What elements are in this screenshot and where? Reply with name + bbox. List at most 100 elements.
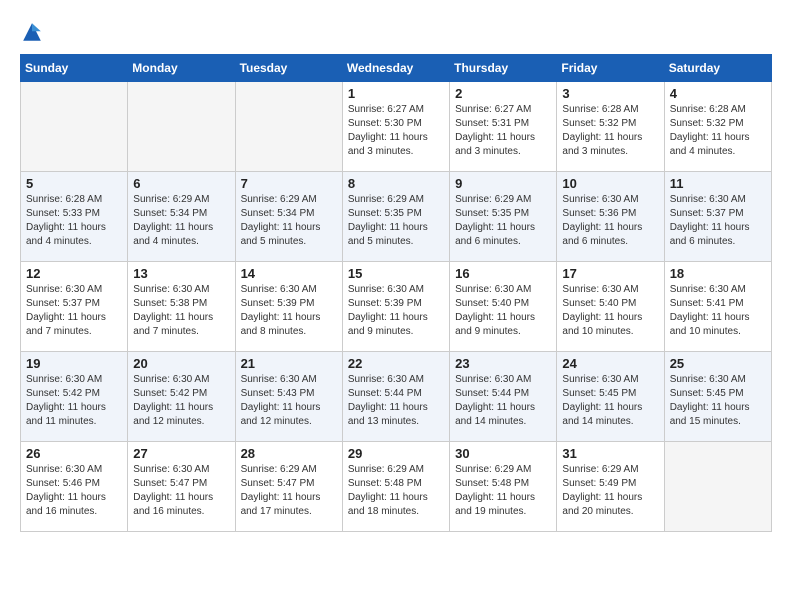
day-info: Sunrise: 6:30 AM Sunset: 5:44 PM Dayligh… bbox=[348, 373, 444, 429]
weekday-header: Monday bbox=[128, 55, 235, 82]
weekday-header: Tuesday bbox=[235, 55, 342, 82]
day-number: 28 bbox=[241, 446, 337, 461]
day-info: Sunrise: 6:28 AM Sunset: 5:33 PM Dayligh… bbox=[26, 193, 122, 249]
day-info: Sunrise: 6:30 AM Sunset: 5:46 PM Dayligh… bbox=[26, 463, 122, 519]
calendar-cell: 12Sunrise: 6:30 AM Sunset: 5:37 PM Dayli… bbox=[21, 262, 128, 352]
calendar-week-row: 19Sunrise: 6:30 AM Sunset: 5:42 PM Dayli… bbox=[21, 352, 772, 442]
day-number: 7 bbox=[241, 176, 337, 191]
calendar-cell: 19Sunrise: 6:30 AM Sunset: 5:42 PM Dayli… bbox=[21, 352, 128, 442]
calendar-cell: 9 Sunrise: 6:29 AM Sunset: 5:35 PM Daylig… bbox=[450, 172, 557, 262]
day-number: 25 bbox=[670, 356, 766, 371]
calendar-cell: 11 Sunrise: 6:30 AM Sunset: 5:37 PM Dayli… bbox=[664, 172, 771, 262]
calendar-cell bbox=[235, 82, 342, 172]
calendar-week-row: 1 Sunrise: 6:27 AM Sunset: 5:30 PM Daylig… bbox=[21, 82, 772, 172]
calendar-cell: 8Sunrise: 6:29 AM Sunset: 5:35 PM Daylig… bbox=[342, 172, 449, 262]
day-info: Sunrise: 6:30 AM Sunset: 5:39 PM Dayligh… bbox=[241, 283, 337, 339]
day-number: 9 bbox=[455, 176, 551, 191]
day-number: 17 bbox=[562, 266, 658, 281]
day-info: Sunrise: 6:28 AM Sunset: 5:32 PM Dayligh… bbox=[562, 103, 658, 159]
day-info: Sunrise: 6:29 AM Sunset: 5:48 PM Dayligh… bbox=[455, 463, 551, 519]
calendar-cell: 26 Sunrise: 6:30 AM Sunset: 5:46 PM Dayli… bbox=[21, 442, 128, 532]
day-info: Sunrise: 6:27 AM Sunset: 5:30 PM Dayligh… bbox=[348, 103, 444, 159]
day-info: Sunrise: 6:28 AM Sunset: 5:32 PM Dayligh… bbox=[670, 103, 766, 159]
calendar-week-row: 12Sunrise: 6:30 AM Sunset: 5:37 PM Dayli… bbox=[21, 262, 772, 352]
day-info: Sunrise: 6:30 AM Sunset: 5:44 PM Dayligh… bbox=[455, 373, 551, 429]
day-info: Sunrise: 6:30 AM Sunset: 5:37 PM Dayligh… bbox=[670, 193, 766, 249]
calendar-cell: 20 Sunrise: 6:30 AM Sunset: 5:42 PM Dayli… bbox=[128, 352, 235, 442]
calendar-cell: 25 Sunrise: 6:30 AM Sunset: 5:45 PM Dayli… bbox=[664, 352, 771, 442]
day-info: Sunrise: 6:30 AM Sunset: 5:47 PM Dayligh… bbox=[133, 463, 229, 519]
calendar-cell bbox=[128, 82, 235, 172]
day-number: 30 bbox=[455, 446, 551, 461]
calendar-week-row: 26 Sunrise: 6:30 AM Sunset: 5:46 PM Dayli… bbox=[21, 442, 772, 532]
calendar-cell: 21Sunrise: 6:30 AM Sunset: 5:43 PM Dayli… bbox=[235, 352, 342, 442]
header bbox=[20, 20, 772, 44]
day-number: 3 bbox=[562, 86, 658, 101]
day-info: Sunrise: 6:29 AM Sunset: 5:48 PM Dayligh… bbox=[348, 463, 444, 519]
day-info: Sunrise: 6:29 AM Sunset: 5:34 PM Dayligh… bbox=[241, 193, 337, 249]
calendar-cell: 29Sunrise: 6:29 AM Sunset: 5:48 PM Dayli… bbox=[342, 442, 449, 532]
day-number: 27 bbox=[133, 446, 229, 461]
calendar-header: SundayMondayTuesdayWednesdayThursdayFrid… bbox=[21, 55, 772, 82]
day-info: Sunrise: 6:29 AM Sunset: 5:49 PM Dayligh… bbox=[562, 463, 658, 519]
day-info: Sunrise: 6:30 AM Sunset: 5:42 PM Dayligh… bbox=[26, 373, 122, 429]
logo bbox=[20, 20, 48, 44]
day-info: Sunrise: 6:30 AM Sunset: 5:37 PM Dayligh… bbox=[26, 283, 122, 339]
calendar-cell: 13 Sunrise: 6:30 AM Sunset: 5:38 PM Dayli… bbox=[128, 262, 235, 352]
day-info: Sunrise: 6:29 AM Sunset: 5:35 PM Dayligh… bbox=[455, 193, 551, 249]
weekday-header: Friday bbox=[557, 55, 664, 82]
day-number: 16 bbox=[455, 266, 551, 281]
weekday-header: Wednesday bbox=[342, 55, 449, 82]
day-number: 8 bbox=[348, 176, 444, 191]
day-number: 23 bbox=[455, 356, 551, 371]
weekday-header-row: SundayMondayTuesdayWednesdayThursdayFrid… bbox=[21, 55, 772, 82]
day-number: 15 bbox=[348, 266, 444, 281]
calendar-cell: 7 Sunrise: 6:29 AM Sunset: 5:34 PM Daylig… bbox=[235, 172, 342, 262]
day-number: 22 bbox=[348, 356, 444, 371]
day-info: Sunrise: 6:30 AM Sunset: 5:38 PM Dayligh… bbox=[133, 283, 229, 339]
calendar-cell: 24 Sunrise: 6:30 AM Sunset: 5:45 PM Dayli… bbox=[557, 352, 664, 442]
day-info: Sunrise: 6:29 AM Sunset: 5:47 PM Dayligh… bbox=[241, 463, 337, 519]
day-number: 24 bbox=[562, 356, 658, 371]
calendar-cell: 27 Sunrise: 6:30 AM Sunset: 5:47 PM Dayli… bbox=[128, 442, 235, 532]
calendar-cell: 4 Sunrise: 6:28 AM Sunset: 5:32 PM Daylig… bbox=[664, 82, 771, 172]
calendar-table: SundayMondayTuesdayWednesdayThursdayFrid… bbox=[20, 54, 772, 532]
day-number: 31 bbox=[562, 446, 658, 461]
day-number: 4 bbox=[670, 86, 766, 101]
day-info: Sunrise: 6:29 AM Sunset: 5:34 PM Dayligh… bbox=[133, 193, 229, 249]
calendar-week-row: 5 Sunrise: 6:28 AM Sunset: 5:33 PM Daylig… bbox=[21, 172, 772, 262]
logo-icon bbox=[20, 20, 44, 44]
weekday-header: Sunday bbox=[21, 55, 128, 82]
weekday-header: Thursday bbox=[450, 55, 557, 82]
calendar-cell: 10 Sunrise: 6:30 AM Sunset: 5:36 PM Dayli… bbox=[557, 172, 664, 262]
day-number: 26 bbox=[26, 446, 122, 461]
day-info: Sunrise: 6:30 AM Sunset: 5:42 PM Dayligh… bbox=[133, 373, 229, 429]
day-info: Sunrise: 6:30 AM Sunset: 5:45 PM Dayligh… bbox=[562, 373, 658, 429]
day-info: Sunrise: 6:30 AM Sunset: 5:43 PM Dayligh… bbox=[241, 373, 337, 429]
calendar-cell: 18Sunrise: 6:30 AM Sunset: 5:41 PM Dayli… bbox=[664, 262, 771, 352]
calendar-cell: 31 Sunrise: 6:29 AM Sunset: 5:49 PM Dayli… bbox=[557, 442, 664, 532]
day-number: 13 bbox=[133, 266, 229, 281]
calendar-cell: 14Sunrise: 6:30 AM Sunset: 5:39 PM Dayli… bbox=[235, 262, 342, 352]
calendar-cell: 28 Sunrise: 6:29 AM Sunset: 5:47 PM Dayli… bbox=[235, 442, 342, 532]
day-info: Sunrise: 6:30 AM Sunset: 5:45 PM Dayligh… bbox=[670, 373, 766, 429]
day-number: 10 bbox=[562, 176, 658, 191]
calendar-cell: 16 Sunrise: 6:30 AM Sunset: 5:40 PM Dayli… bbox=[450, 262, 557, 352]
calendar-cell: 17Sunrise: 6:30 AM Sunset: 5:40 PM Dayli… bbox=[557, 262, 664, 352]
day-info: Sunrise: 6:30 AM Sunset: 5:36 PM Dayligh… bbox=[562, 193, 658, 249]
day-number: 5 bbox=[26, 176, 122, 191]
calendar-cell: 22 Sunrise: 6:30 AM Sunset: 5:44 PM Dayli… bbox=[342, 352, 449, 442]
calendar-cell: 2Sunrise: 6:27 AM Sunset: 5:31 PM Daylig… bbox=[450, 82, 557, 172]
calendar-cell bbox=[21, 82, 128, 172]
day-number: 11 bbox=[670, 176, 766, 191]
day-number: 6 bbox=[133, 176, 229, 191]
day-info: Sunrise: 6:30 AM Sunset: 5:40 PM Dayligh… bbox=[455, 283, 551, 339]
calendar-cell: 30 Sunrise: 6:29 AM Sunset: 5:48 PM Dayli… bbox=[450, 442, 557, 532]
day-number: 20 bbox=[133, 356, 229, 371]
day-info: Sunrise: 6:30 AM Sunset: 5:41 PM Dayligh… bbox=[670, 283, 766, 339]
day-info: Sunrise: 6:30 AM Sunset: 5:39 PM Dayligh… bbox=[348, 283, 444, 339]
weekday-header: Saturday bbox=[664, 55, 771, 82]
calendar-body: 1 Sunrise: 6:27 AM Sunset: 5:30 PM Daylig… bbox=[21, 82, 772, 532]
calendar-cell: 23 Sunrise: 6:30 AM Sunset: 5:44 PM Dayli… bbox=[450, 352, 557, 442]
day-number: 1 bbox=[348, 86, 444, 101]
